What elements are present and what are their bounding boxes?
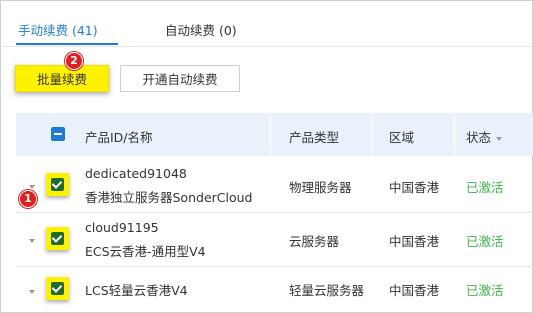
table-row: dedicated91048 香港独立服务器SonderCloud 物理服务器 … — [16, 156, 533, 213]
product-id[interactable]: cloud91195 — [85, 220, 159, 235]
checkbox-checked-icon[interactable] — [51, 282, 64, 295]
product-name[interactable]: LCS轻量云香港V4 — [85, 280, 188, 299]
product-region: 中国香港 — [389, 180, 440, 195]
table-row: cloud91195 ECS云香港-通用型V4 云服务器 中国香港 已激活 — [16, 213, 533, 267]
expand-caret-icon[interactable] — [29, 290, 35, 294]
product-region: 中国香港 — [389, 283, 440, 298]
sort-caret-icon[interactable] — [496, 136, 503, 141]
header-product: 产品ID/名称 — [85, 130, 153, 145]
enable-auto-renew-button[interactable]: 开通自动续费 — [120, 65, 240, 92]
select-all-checkbox[interactable] — [51, 127, 65, 141]
tab-auto-renew[interactable]: 自动续费 (0) — [165, 20, 237, 39]
active-tab-indicator — [16, 43, 118, 45]
tab-bar: 手动续费 (41) 自动续费 (0) — [0, 0, 533, 47]
table-header: 产品ID/名称 产品类型 区域 状态 — [16, 113, 533, 156]
column-separator — [454, 113, 455, 156]
product-region: 中国香港 — [389, 234, 440, 249]
column-separator — [371, 113, 372, 156]
status-label: 已激活 — [466, 283, 504, 298]
product-id[interactable]: dedicated91048 — [85, 166, 187, 181]
expand-caret-icon[interactable] — [29, 239, 35, 243]
product-type: 云服务器 — [289, 234, 340, 249]
header-status-label: 状态 — [466, 130, 492, 145]
product-name: 香港独立服务器SonderCloud — [85, 190, 253, 205]
step-badge-1: 1 — [19, 190, 37, 208]
status-label: 已激活 — [466, 180, 504, 195]
expand-caret-icon[interactable] — [29, 185, 35, 189]
checkbox-checked-icon[interactable] — [51, 178, 64, 191]
product-name: ECS云香港-通用型V4 — [85, 244, 206, 259]
table-row: LCS轻量云香港V4 轻量云服务器 中国香港 已激活 — [16, 267, 533, 313]
product-type: 轻量云服务器 — [289, 283, 365, 298]
product-type: 物理服务器 — [289, 180, 352, 195]
batch-renew-button[interactable]: 批量续费 — [15, 65, 109, 92]
checkbox-checked-icon[interactable] — [51, 232, 64, 245]
status-label: 已激活 — [466, 234, 504, 249]
row-checkbox-highlight[interactable] — [46, 173, 69, 196]
tab-manual-renew[interactable]: 手动续费 (41) — [18, 20, 98, 39]
header-region: 区域 — [389, 130, 415, 145]
column-separator — [270, 113, 271, 156]
row-checkbox-highlight[interactable] — [46, 277, 69, 300]
header-type: 产品类型 — [289, 130, 340, 145]
header-status[interactable]: 状态 — [466, 127, 503, 146]
step-badge-2: 2 — [65, 52, 83, 70]
row-checkbox-highlight[interactable] — [46, 227, 69, 250]
